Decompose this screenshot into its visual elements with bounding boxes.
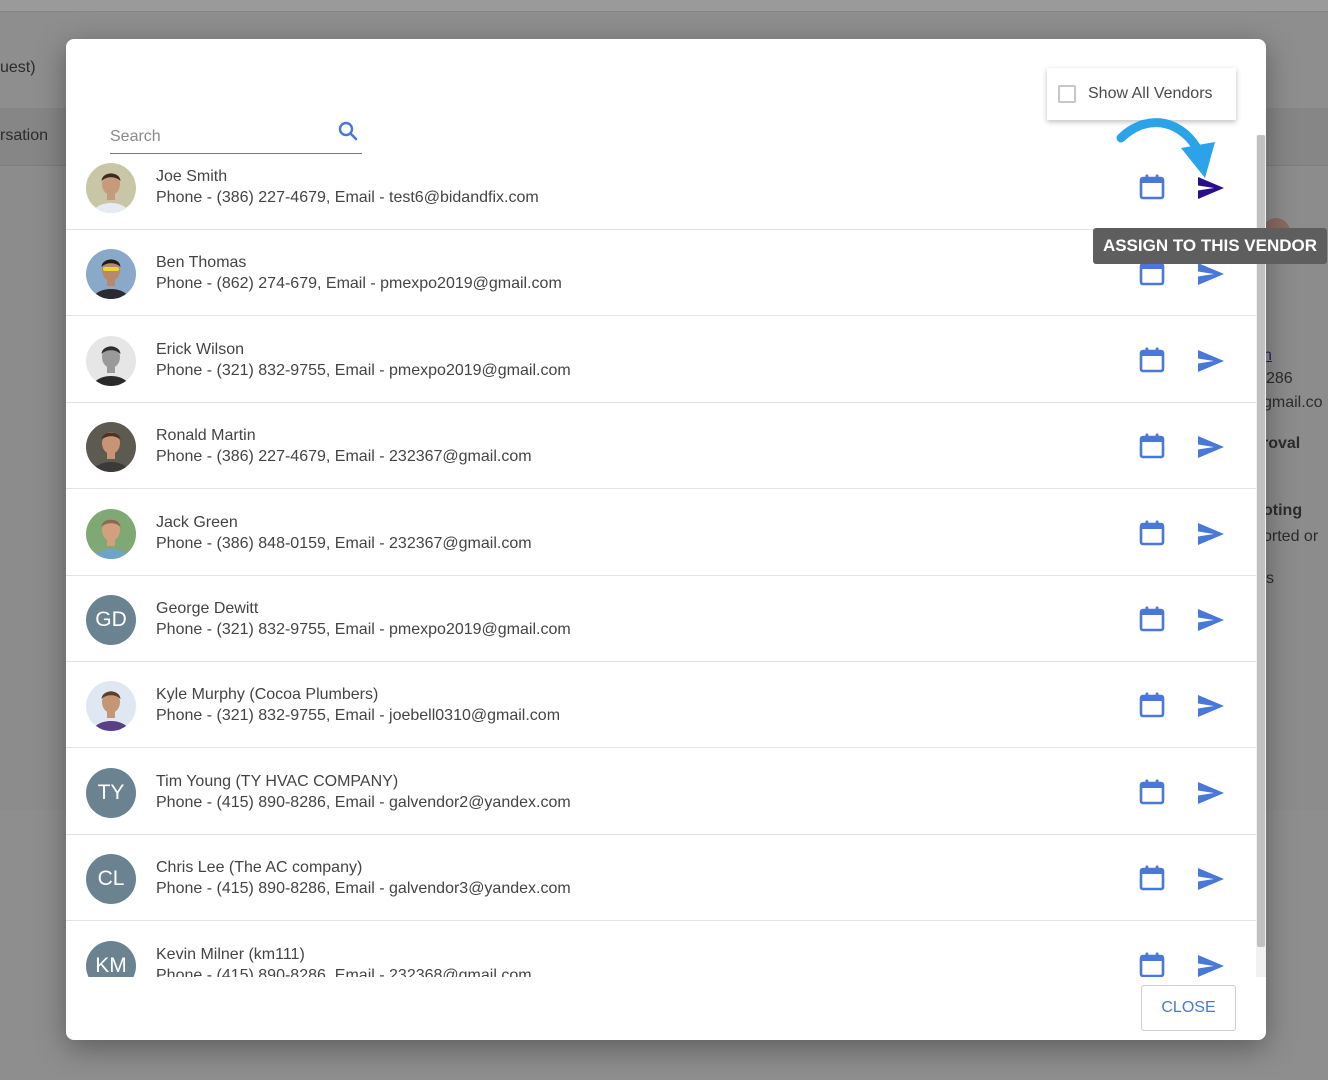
show-all-vendors-checkbox[interactable] [1058,85,1076,103]
vendor-row: Joe Smith Phone - (386) 227-4679, Email -… [66,144,1256,230]
show-all-vendors-label: Show All Vendors [1088,85,1213,102]
vendor-avatar [86,163,136,213]
vendor-row: GD George Dewitt Phone - (321) 832-9755, E… [66,576,1256,662]
background-top-bar [0,0,1328,12]
vendor-name: Kevin Milner (km111) [156,946,305,963]
annotation-arrow-icon [1116,118,1215,178]
vendor-name: George Dewitt [156,600,259,617]
vendor-avatar [86,336,136,386]
vendor-name: Joe Smith [156,168,228,185]
background-text: rsation [0,127,49,144]
send-assign-icon[interactable] [1196,779,1226,807]
vendor-row: TY Tim Young (TY HVAC COMPANY) Phone - (41… [66,749,1256,835]
calendar-icon[interactable] [1138,605,1166,633]
send-assign-icon[interactable] [1196,520,1226,548]
vendor-row: CL Chris Lee (The AC company) Phone - (415… [66,835,1256,921]
calendar-icon[interactable] [1138,432,1166,460]
background-text: 286 [1266,370,1293,387]
vendor-list: Joe Smith Phone - (386) 227-4679, Email -… [66,144,1256,977]
vendor-contact: Phone - (321) 832-9755, Email - joebell0… [156,707,561,724]
search-icon[interactable] [336,119,360,143]
vendor-avatar [86,422,136,472]
close-button[interactable]: CLOSE [1141,985,1236,1031]
send-assign-icon[interactable] [1196,347,1226,375]
vendor-contact: Phone - (415) 890-8286, Email - 232368@g… [156,967,532,977]
vendor-contact: Phone - (386) 227-4679, Email - 232367@g… [156,448,532,465]
calendar-icon[interactable] [1138,519,1166,547]
vendor-contact: Phone - (386) 227-4679, Email - test6@bi… [156,189,539,206]
send-assign-icon[interactable] [1196,692,1226,720]
vendor-avatar: TY [86,768,136,818]
vendor-name: Jack Green [156,514,238,531]
vendor-avatar [86,681,136,731]
vendor-row: Ronald Martin Phone - (386) 227-4679, Ema… [66,403,1256,489]
vendor-name: Kyle Murphy (Cocoa Plumbers) [156,686,379,703]
vendor-avatar: GD [86,595,136,645]
background-text: roval [1262,435,1301,452]
background-text: uest) [0,59,36,76]
background-text: s [1266,570,1274,587]
vendor-avatar [86,509,136,559]
assign-tooltip: ASSIGN TO THIS VENDOR [1093,228,1327,264]
vendor-contact: Phone - (862) 274-679, Email - pmexpo201… [156,275,562,292]
vendor-avatar: CL [86,854,136,904]
vendor-row: KM Kevin Milner (km111) Phone - (415) 890-… [66,922,1256,977]
vendor-name: Ronald Martin [156,427,256,444]
calendar-icon[interactable] [1138,691,1166,719]
show-all-vendors-toggle[interactable]: Show All Vendors [1047,68,1236,120]
vendor-contact: Phone - (415) 890-8286, Email - galvendo… [156,794,571,811]
background-text: oting [1263,502,1303,519]
background-text: orted or [1263,528,1319,545]
vendor-avatar [86,249,136,299]
vendor-name: Ben Thomas [156,254,247,271]
send-assign-icon[interactable] [1196,606,1226,634]
calendar-icon[interactable] [1138,346,1166,374]
vendor-avatar: KM [86,941,136,977]
background-text: gmail.co [1263,394,1323,411]
send-assign-icon[interactable] [1196,260,1226,288]
vendor-contact: Phone - (415) 890-8286, Email - galvendo… [156,880,571,897]
vendor-row: Erick Wilson Phone - (321) 832-9755, Emai… [66,317,1256,403]
vendor-contact: Phone - (321) 832-9755, Email - pmexpo20… [156,362,571,379]
calendar-icon[interactable] [1138,778,1166,806]
send-assign-icon[interactable] [1196,865,1226,893]
vendor-contact: Phone - (321) 832-9755, Email - pmexpo20… [156,621,571,638]
vendor-row: Jack Green Phone - (386) 848-0159, Email … [66,490,1256,576]
send-assign-icon[interactable] [1196,433,1226,461]
send-assign-icon[interactable] [1196,952,1226,977]
vendor-name: Tim Young (TY HVAC COMPANY) [156,773,399,790]
calendar-icon[interactable] [1138,951,1166,977]
vendor-row: Ben Thomas Phone - (862) 274-679, Email -… [66,230,1256,316]
vendor-contact: Phone - (386) 848-0159, Email - 232367@g… [156,535,532,552]
vendor-name: Erick Wilson [156,341,245,358]
calendar-icon[interactable] [1138,864,1166,892]
vendor-assign-modal: Show All Vendors Joe Smith Phone - (386) … [66,39,1266,1040]
vendor-name: Chris Lee (The AC company) [156,859,363,876]
vendor-row: Kyle Murphy (Cocoa Plumbers) Phone - (321… [66,662,1256,748]
